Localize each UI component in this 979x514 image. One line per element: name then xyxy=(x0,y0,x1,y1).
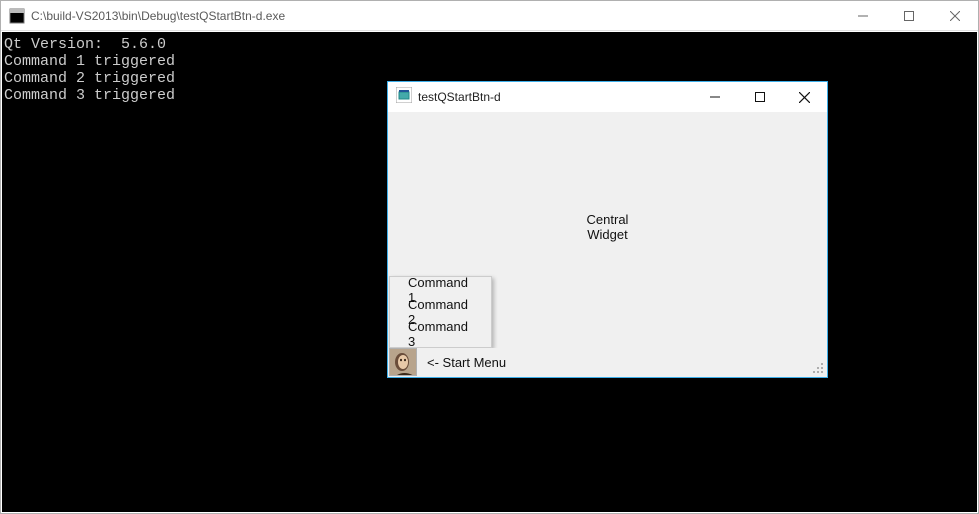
console-line: Command 1 triggered xyxy=(4,53,975,70)
console-title-text: C:\build-VS2013\bin\Debug\testQStartBtn-… xyxy=(31,9,285,23)
console-window: C:\build-VS2013\bin\Debug\testQStartBtn-… xyxy=(0,0,979,514)
minimize-button[interactable] xyxy=(840,1,886,30)
qt-close-button[interactable] xyxy=(782,82,827,112)
central-label-line1: Central xyxy=(587,212,629,227)
qt-app-icon xyxy=(396,87,412,108)
qt-minimize-button[interactable] xyxy=(692,82,737,112)
central-widget-label: Central Widget xyxy=(389,212,826,242)
maximize-button[interactable] xyxy=(886,1,932,30)
resize-grip-icon[interactable] xyxy=(810,360,824,374)
central-label-line2: Widget xyxy=(587,227,627,242)
start-menu-button[interactable] xyxy=(389,348,417,376)
qt-app-window: testQStartBtn-d Central Widget xyxy=(387,81,828,378)
status-bar: <- Start Menu xyxy=(389,348,826,376)
qt-maximize-button[interactable] xyxy=(737,82,782,112)
status-bar-text: <- Start Menu xyxy=(417,355,506,370)
qt-title-text: testQStartBtn-d xyxy=(418,90,501,104)
qt-title-bar: testQStartBtn-d xyxy=(388,82,827,112)
app-icon xyxy=(9,8,25,24)
console-title-bar: C:\build-VS2013\bin\Debug\testQStartBtn-… xyxy=(1,1,978,31)
qt-client-area: Central Widget Command 1 Command 2 Comma… xyxy=(389,112,826,376)
menu-item-command-3[interactable]: Command 3 xyxy=(390,323,491,345)
close-button[interactable] xyxy=(932,1,978,30)
console-line: Qt Version: 5.6.0 xyxy=(4,36,975,53)
start-menu-popup: Command 1 Command 2 Command 3 xyxy=(389,276,492,348)
